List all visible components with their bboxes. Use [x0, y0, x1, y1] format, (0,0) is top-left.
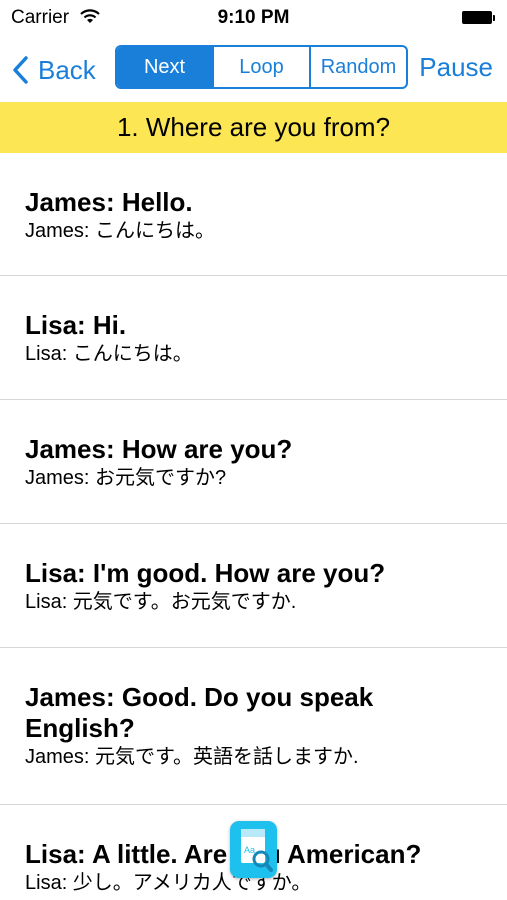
pause-button[interactable]: Pause	[419, 52, 493, 83]
back-label: Back	[38, 54, 96, 85]
back-button[interactable]: Back	[12, 50, 96, 90]
icon-glyph: Aa	[244, 845, 255, 855]
japanese-line: James: こんにちは。	[25, 220, 216, 242]
status-bar: Carrier 9:10 PM	[0, 0, 507, 36]
battery-icon	[462, 11, 495, 25]
list-item[interactable]: James: Hello. James: こんにちは。	[0, 153, 507, 276]
list-item[interactable]: Lisa: I'm good. How are you? Lisa: 元気です。…	[0, 524, 507, 648]
dialogue-list[interactable]: James: Hello. James: こんにちは。 Lisa: Hi. Li…	[0, 153, 507, 900]
list-item[interactable]: Lisa: Hi. Lisa: こんにちは。	[0, 276, 507, 400]
list-item[interactable]: James: How are you? James: お元気ですか?	[0, 400, 507, 524]
clock: 9:10 PM	[217, 7, 290, 28]
segment-random[interactable]: Random	[309, 47, 406, 87]
segment-next[interactable]: Next	[117, 47, 212, 87]
playback-mode-control: Next Loop Random	[115, 45, 408, 89]
japanese-line: James: お元気ですか?	[25, 467, 227, 489]
english-line: James: Good. Do you speak English?	[25, 682, 374, 743]
lesson-title: 1. Where are you from?	[0, 102, 507, 153]
chevron-left-icon	[13, 56, 28, 84]
segment-loop[interactable]: Loop	[212, 47, 309, 87]
english-line: James: How are you?	[25, 434, 293, 464]
japanese-line: James: 元気です。英語を話しますか.	[25, 746, 359, 768]
english-line: James: Hello.	[25, 187, 193, 217]
nav-bar: Back Next Loop Random Pause	[0, 36, 507, 102]
english-line: Lisa: I'm good. How are you?	[25, 558, 386, 588]
list-item[interactable]: James: Good. Do you speak English? James…	[0, 648, 507, 805]
dictionary-search-icon[interactable]: Aa	[230, 821, 277, 878]
english-line: Lisa: Hi.	[25, 310, 127, 340]
japanese-line: Lisa: 元気です。お元気ですか.	[25, 591, 297, 613]
japanese-line: Lisa: こんにちは。	[25, 343, 193, 365]
